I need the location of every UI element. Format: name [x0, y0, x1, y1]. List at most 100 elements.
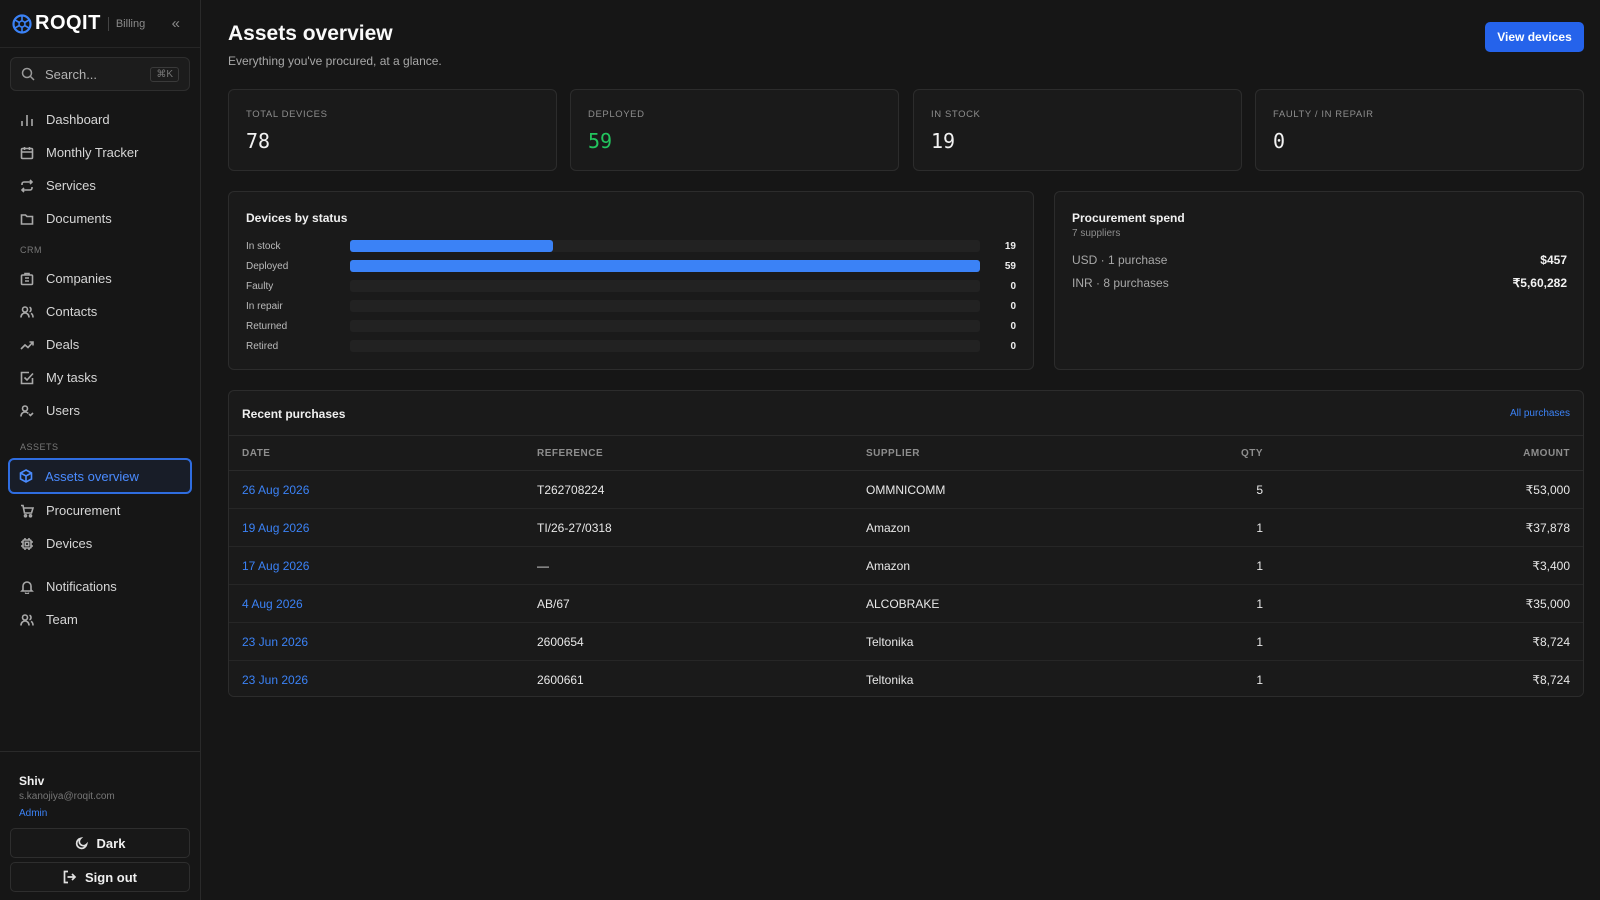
- table-row[interactable]: 23 Jun 2026 2600661 Teltonika 1 ₹8,724: [229, 660, 1583, 696]
- sidebar-item-team[interactable]: Team: [10, 603, 190, 636]
- purchase-date-link[interactable]: 19 Aug 2026: [229, 508, 537, 547]
- status-bar-track: [350, 340, 980, 352]
- sidebar-item-label: Documents: [46, 211, 112, 226]
- users-icon: [20, 613, 34, 626]
- spend-label: INR · 8 purchases: [1072, 276, 1169, 290]
- sidebar-item-deals[interactable]: Deals: [10, 328, 190, 361]
- sidebar-item-contacts[interactable]: Contacts: [10, 295, 190, 328]
- purchase-amount: ₹35,000: [1263, 584, 1583, 623]
- sidebar-item-services[interactable]: Services: [10, 169, 190, 202]
- sidebar-item-assets-overview[interactable]: Assets overview: [8, 458, 192, 494]
- status-bar-fill: [350, 260, 980, 272]
- purchase-qty: 1: [1177, 622, 1263, 661]
- sidebar-item-label: Deals: [46, 337, 80, 352]
- column-header-reference[interactable]: REFERENCE: [537, 435, 866, 471]
- purchase-reference: —: [537, 546, 866, 585]
- purchase-date-link[interactable]: 17 Aug 2026: [229, 546, 537, 585]
- card-title: Procurement spend: [1072, 211, 1185, 225]
- purchase-qty: 5: [1177, 470, 1263, 509]
- check-square-icon: [20, 371, 34, 384]
- status-row-returned: Returned 0: [246, 320, 1019, 332]
- brand-header: ROQIT Billing «: [0, 0, 200, 48]
- stat-card-deployed: DEPLOYED 59: [570, 89, 899, 171]
- sidebar-item-procurement[interactable]: Procurement: [10, 494, 190, 527]
- purchase-qty: 1: [1177, 508, 1263, 547]
- sidebar-item-label: Procurement: [46, 503, 121, 518]
- search-icon: [21, 67, 35, 81]
- stat-value: 59: [588, 129, 613, 153]
- search-shortcut: ⌘K: [150, 66, 179, 82]
- sign-out-label: Sign out: [85, 869, 137, 885]
- sidebar-item-my-tasks[interactable]: My tasks: [10, 361, 190, 394]
- sidebar-item-label: Companies: [46, 271, 112, 286]
- sidebar-item-companies[interactable]: Companies: [10, 262, 190, 295]
- stat-value: 19: [931, 129, 956, 153]
- cart-icon: [21, 504, 34, 518]
- sign-out-button[interactable]: Sign out: [10, 862, 190, 892]
- user-role-badge: Admin: [19, 808, 48, 819]
- purchase-date-link[interactable]: 26 Aug 2026: [229, 470, 537, 509]
- table-row[interactable]: 23 Jun 2026 2600654 Teltonika 1 ₹8,724: [229, 622, 1583, 661]
- purchases-table: DATE REFERENCE SUPPLIER QTY AMOUNT 26 Au…: [229, 435, 1583, 696]
- purchase-reference: 2600661: [537, 660, 866, 696]
- view-devices-button[interactable]: View devices: [1485, 22, 1584, 52]
- recent-purchases-card: Recent purchases All purchases DATE REFE…: [228, 390, 1584, 697]
- sidebar-item-label: Team: [46, 612, 78, 627]
- card-title: Recent purchases: [242, 407, 346, 421]
- building-icon: [20, 272, 34, 285]
- repeat-icon: [20, 178, 34, 193]
- main-nav: Dashboard Monthly Tracker Services Docum…: [0, 103, 200, 235]
- purchase-amount: ₹3,400: [1263, 546, 1583, 585]
- sidebar-item-label: Contacts: [46, 304, 98, 319]
- table-row[interactable]: 19 Aug 2026 TI/26-27/0318 Amazon 1 ₹37,8…: [229, 508, 1583, 547]
- folder-icon: [20, 213, 34, 225]
- status-row-in-repair: In repair 0: [246, 300, 1019, 312]
- roqit-logo-icon: [12, 13, 32, 34]
- cpu-icon: [21, 537, 33, 550]
- moon-icon: [75, 836, 88, 850]
- chevrons-left-icon[interactable]: «: [172, 15, 180, 32]
- sidebar-item-label: Services: [46, 178, 96, 193]
- column-header-amount[interactable]: AMOUNT: [1263, 435, 1583, 471]
- sidebar-item-devices[interactable]: Devices: [10, 527, 190, 560]
- card-subtitle: 7 suppliers: [1072, 228, 1121, 239]
- sidebar-item-label: Assets overview: [45, 468, 139, 484]
- sidebar-item-documents[interactable]: Documents: [10, 202, 190, 235]
- section-label-assets: ASSETS: [20, 442, 59, 452]
- purchase-qty: 1: [1177, 546, 1263, 585]
- table-row[interactable]: 17 Aug 2026 — Amazon 1 ₹3,400: [229, 546, 1583, 585]
- table-row[interactable]: 26 Aug 2026 T262708224 OMMNICOMM 5 ₹53,0…: [229, 470, 1583, 509]
- table-row[interactable]: 4 Aug 2026 AB/67 ALCOBRAKE 1 ₹35,000: [229, 584, 1583, 623]
- column-header-supplier[interactable]: SUPPLIER: [866, 435, 1177, 471]
- stat-label: TOTAL DEVICES: [246, 109, 328, 120]
- search-input[interactable]: Search... ⌘K: [10, 57, 190, 91]
- user-email: s.kanojiya@roqit.com: [19, 791, 115, 802]
- user-profile: Shiv s.kanojiya@roqit.com Admin: [0, 751, 200, 819]
- sidebar-item-dashboard[interactable]: Dashboard: [10, 103, 190, 136]
- status-count: 59: [1004, 260, 1016, 272]
- column-header-date[interactable]: DATE: [229, 435, 537, 471]
- sidebar-item-label: Dashboard: [46, 112, 110, 127]
- purchase-supplier: Teltonika: [866, 660, 1177, 696]
- stat-value: 0: [1273, 129, 1286, 153]
- stat-label: FAULTY / IN REPAIR: [1273, 109, 1374, 120]
- sidebar-item-users[interactable]: Users: [10, 394, 190, 427]
- theme-toggle-button[interactable]: Dark: [10, 828, 190, 858]
- spend-row-usd: USD · 1 purchase $457: [1072, 253, 1567, 267]
- purchase-supplier: Amazon: [866, 546, 1177, 585]
- page-title: Assets overview: [228, 22, 393, 45]
- status-label: Faulty: [246, 280, 274, 292]
- purchase-date-link[interactable]: 23 Jun 2026: [229, 660, 537, 696]
- all-purchases-link[interactable]: All purchases: [1510, 408, 1570, 419]
- sidebar-item-label: Devices: [46, 536, 93, 551]
- status-label: Retired: [246, 340, 279, 352]
- purchase-supplier: Amazon: [866, 508, 1177, 547]
- column-header-qty[interactable]: QTY: [1177, 435, 1263, 471]
- purchase-reference: 2600654: [537, 622, 866, 661]
- product-name: Billing: [115, 17, 146, 30]
- sidebar-item-monthly-tracker[interactable]: Monthly Tracker: [10, 136, 190, 169]
- bell-icon: [20, 580, 34, 594]
- sidebar-item-notifications[interactable]: Notifications: [10, 570, 190, 603]
- purchase-date-link[interactable]: 4 Aug 2026: [229, 584, 537, 623]
- purchase-date-link[interactable]: 23 Jun 2026: [229, 622, 537, 661]
